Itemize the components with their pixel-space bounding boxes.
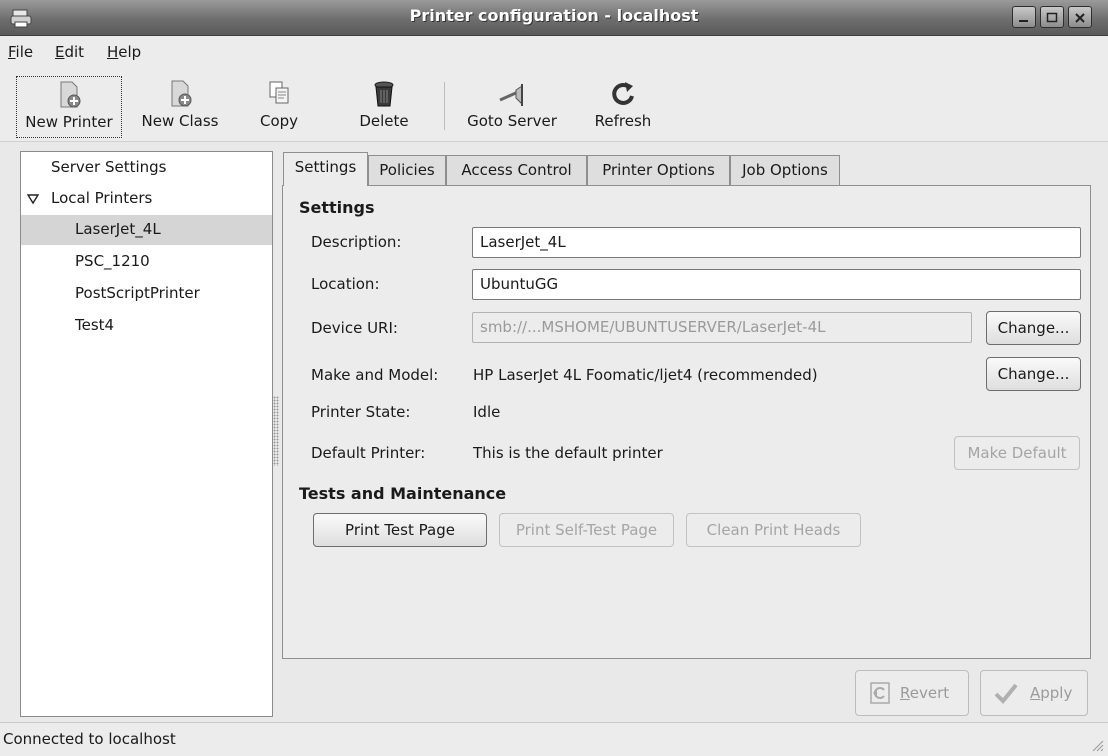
make-model-value: HP LaserJet 4L Foomatic/ljet4 (recommend… xyxy=(473,366,818,384)
default-printer-value: This is the default printer xyxy=(473,444,663,462)
trash-icon xyxy=(374,81,394,107)
tab-settings[interactable]: Settings xyxy=(283,152,368,186)
tab-access-control[interactable]: Access Control xyxy=(446,155,587,185)
goto-server-button[interactable]: Goto Server xyxy=(457,76,567,138)
menu-help[interactable]: Help xyxy=(107,43,141,61)
printer-state-value: Idle xyxy=(473,403,501,421)
tree-item-printer[interactable]: LaserJet_4L xyxy=(21,215,272,245)
new-class-button[interactable]: New Class xyxy=(131,76,229,138)
status-text: Connected to localhost xyxy=(3,730,176,748)
copy-button[interactable]: Copy xyxy=(254,76,304,138)
revert-icon xyxy=(870,682,890,704)
tree-item-printer[interactable]: PSC_1210 xyxy=(21,247,272,277)
tab-policies[interactable]: Policies xyxy=(368,155,446,185)
change-device-uri-button[interactable]: Change... xyxy=(986,311,1081,345)
printer-tree: Server Settings Local Printers LaserJet_… xyxy=(20,151,273,717)
window-title: Printer configuration - localhost xyxy=(409,6,699,25)
tree-item-local-printers[interactable]: Local Printers xyxy=(21,184,272,214)
resize-grip-icon[interactable] xyxy=(1090,738,1104,752)
new-class-icon xyxy=(171,80,192,107)
delete-button[interactable]: Delete xyxy=(352,76,416,138)
checkmark-icon xyxy=(994,683,1018,704)
make-model-label: Make and Model: xyxy=(311,366,439,384)
maximize-icon xyxy=(1046,12,1058,23)
maintenance-heading: Tests and Maintenance xyxy=(299,484,507,503)
print-self-test-page-button[interactable]: Print Self-Test Page xyxy=(499,513,674,547)
goto-server-icon xyxy=(499,84,523,106)
description-label: Description: xyxy=(311,233,402,251)
tree-item-printer[interactable]: Test4 xyxy=(21,311,272,341)
refresh-icon xyxy=(612,82,634,105)
minimize-icon xyxy=(1019,20,1028,22)
description-field[interactable]: LaserJet_4L xyxy=(472,227,1081,258)
tree-item-server-settings[interactable]: Server Settings xyxy=(21,153,272,183)
device-uri-field: smb://...MSHOME/UBUNTUSERVER/LaserJet-4L xyxy=(472,312,972,343)
clean-print-heads-button[interactable]: Clean Print Heads xyxy=(686,513,861,547)
printer-state-label: Printer State: xyxy=(311,403,411,421)
pane-splitter-handle[interactable] xyxy=(273,396,279,466)
revert-button[interactable]: Revert xyxy=(855,670,969,716)
status-bar: Connected to localhost xyxy=(0,722,1108,756)
toolbar-separator xyxy=(444,82,445,130)
new-printer-button[interactable]: New Printer xyxy=(16,76,122,138)
change-make-model-button[interactable]: Change... xyxy=(986,357,1081,391)
menu-file[interactable]: File xyxy=(8,43,33,61)
print-test-page-button[interactable]: Print Test Page xyxy=(313,513,487,547)
location-label: Location: xyxy=(311,275,380,293)
tab-printer-options[interactable]: Printer Options xyxy=(587,155,730,185)
close-button[interactable] xyxy=(1068,6,1092,28)
location-field[interactable]: UbuntuGG xyxy=(472,269,1081,300)
tab-job-options[interactable]: Job Options xyxy=(730,155,840,185)
tree-item-printer[interactable]: PostScriptPrinter xyxy=(21,279,272,309)
device-uri-label: Device URI: xyxy=(311,319,398,337)
maximize-button[interactable] xyxy=(1040,6,1064,28)
make-default-button[interactable]: Make Default xyxy=(954,436,1080,470)
refresh-button[interactable]: Refresh xyxy=(586,76,660,138)
menu-edit[interactable]: Edit xyxy=(55,43,84,61)
settings-heading: Settings xyxy=(299,198,375,217)
expander-down-icon[interactable] xyxy=(26,193,40,205)
minimize-button[interactable] xyxy=(1012,6,1036,28)
apply-button[interactable]: Apply xyxy=(980,670,1088,716)
default-printer-label: Default Printer: xyxy=(311,444,426,462)
new-printer-icon xyxy=(60,81,81,108)
copy-icon xyxy=(269,81,289,104)
title-bar: Printer configuration - localhost xyxy=(0,0,1108,36)
menu-bar: File Edit Help xyxy=(0,36,1108,68)
close-icon xyxy=(1075,13,1085,23)
toolbar: New Printer New Class Copy Delete Goto S… xyxy=(0,68,1108,142)
